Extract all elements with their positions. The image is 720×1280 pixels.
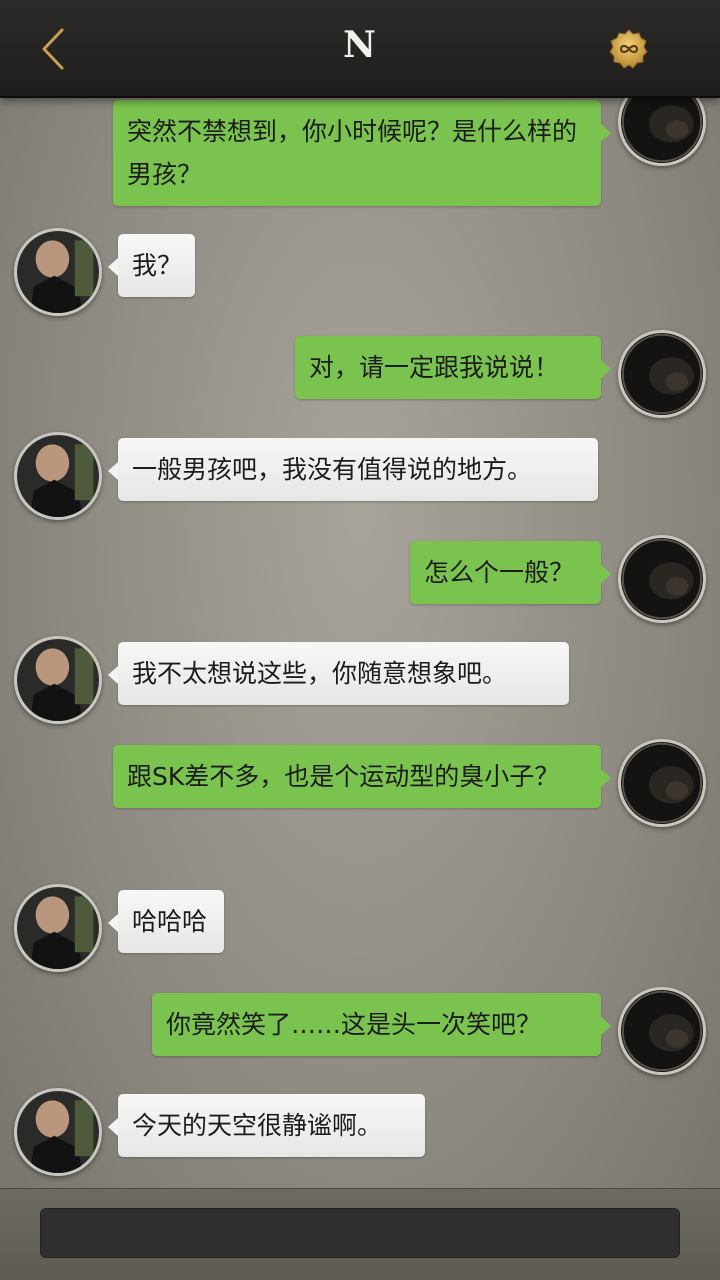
message-text: 怎么个一般？ xyxy=(424,558,575,587)
my-avatar[interactable] xyxy=(618,739,706,827)
contact-avatar[interactable] xyxy=(14,884,102,972)
my-avatar[interactable] xyxy=(618,535,706,623)
message-text: 哈哈哈 xyxy=(132,907,208,936)
my-message-bubble: 跟SK差不多，也是个运动型的臭小子？ xyxy=(113,745,611,808)
contact-avatar[interactable] xyxy=(14,432,102,520)
my-avatar[interactable] xyxy=(618,987,706,1075)
message-input[interactable] xyxy=(40,1208,680,1258)
contact-avatar[interactable] xyxy=(14,636,102,724)
chat-area[interactable]: 突然不禁想到，你小时候呢？是什么样的男孩？ 我？ 对，请一定跟我说说！ 一般男孩… xyxy=(0,98,720,1188)
contact-message-bubble: 一般男孩吧，我没有值得说的地方。 xyxy=(108,438,598,501)
my-message-bubble: 你竟然笑了……这是头一次笑吧？ xyxy=(152,993,611,1056)
input-bar xyxy=(0,1188,720,1280)
message-text: 跟SK差不多，也是个运动型的臭小子？ xyxy=(127,762,560,791)
message-text: 对，请一定跟我说说！ xyxy=(309,353,560,382)
contact-message-bubble: 今天的天空很静谧啊。 xyxy=(108,1094,425,1157)
message-text: 一般男孩吧，我没有值得说的地方。 xyxy=(132,455,533,484)
top-bar: N xyxy=(0,0,720,98)
my-message-bubble: 对，请一定跟我说说！ xyxy=(295,336,611,399)
my-avatar[interactable] xyxy=(618,98,706,166)
contact-message-bubble: 我不太想说这些，你随意想象吧。 xyxy=(108,642,569,705)
infinity-badge-icon xyxy=(609,29,648,69)
contact-avatar[interactable] xyxy=(14,1088,102,1176)
message-text: 突然不禁想到，你小时候呢？是什么样的男孩？ xyxy=(127,117,578,189)
message-text: 你竟然笑了……这是头一次笑吧？ xyxy=(166,1010,542,1039)
infinity-badge-button[interactable] xyxy=(608,28,650,70)
my-avatar[interactable] xyxy=(618,330,706,418)
my-message-bubble: 怎么个一般？ xyxy=(410,541,611,604)
contact-message-bubble: 我？ xyxy=(108,234,195,297)
message-text: 我不太想说这些，你随意想象吧。 xyxy=(132,659,508,688)
contact-avatar[interactable] xyxy=(14,228,102,316)
contact-message-bubble: 哈哈哈 xyxy=(108,890,224,953)
message-text: 今天的天空很静谧啊。 xyxy=(132,1111,383,1140)
message-text: 我？ xyxy=(132,251,183,280)
my-message-bubble: 突然不禁想到，你小时候呢？是什么样的男孩？ xyxy=(113,100,611,206)
